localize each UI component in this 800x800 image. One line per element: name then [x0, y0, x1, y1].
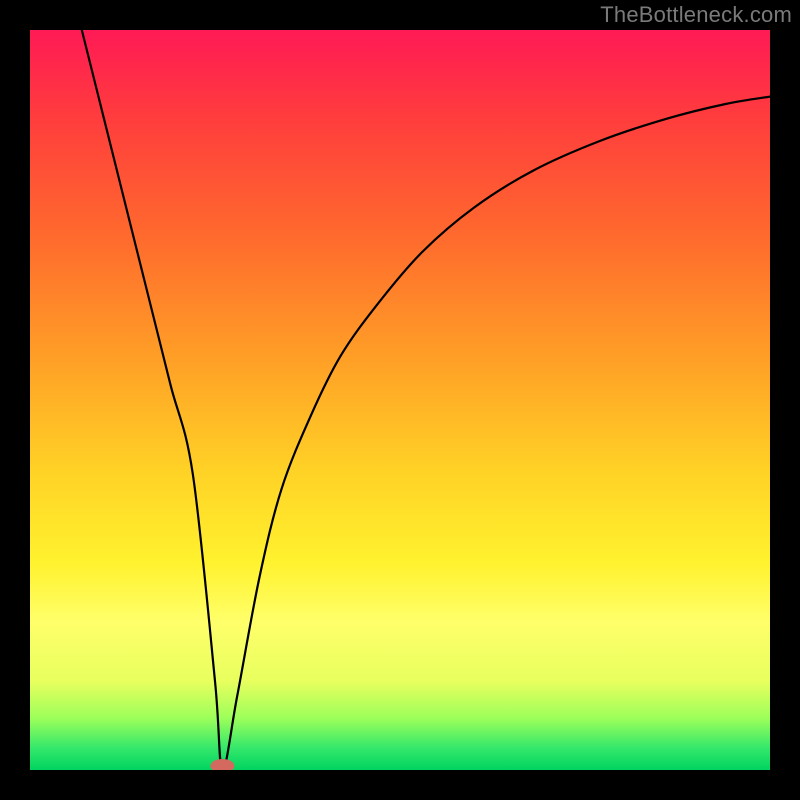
watermark-text: TheBottleneck.com: [600, 2, 792, 28]
chart-frame: TheBottleneck.com: [0, 0, 800, 800]
bottleneck-curve: [82, 30, 770, 770]
min-marker: [210, 759, 234, 770]
plot-area: [30, 30, 770, 770]
curve-svg: [30, 30, 770, 770]
